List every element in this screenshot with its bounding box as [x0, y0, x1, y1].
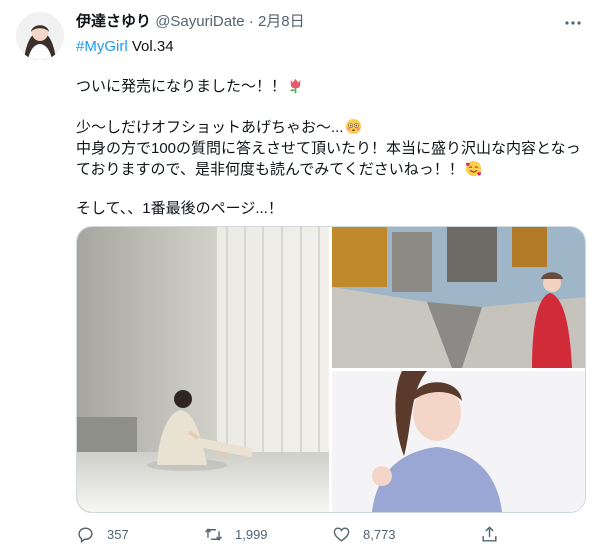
retweet-button[interactable]: 1,999: [204, 522, 268, 546]
text-line: 中身の方で100の質問に答えさせて頂いたり！本当に盛り沢山な内容となっ: [76, 140, 581, 157]
photo-offshot-room[interactable]: [77, 227, 329, 512]
author-handle[interactable]: @SayuriDate: [155, 13, 244, 30]
tweet-text-line-5: そして、、1番最後のページ...！: [76, 198, 586, 219]
tweet-text-line-3: 中身の方で100の質問に答えさせて頂いたり！本当に盛り沢山な内容となっ: [76, 138, 586, 159]
avatar[interactable]: [16, 12, 64, 60]
like-count: 8,773: [363, 526, 396, 542]
tulip-emoji: [287, 77, 304, 94]
share-icon: [482, 525, 497, 542]
tweet: 伊達さゆり @SayuriDate · 2月8日 #MyGirl Vol.34 …: [0, 0, 599, 556]
share-button[interactable]: [480, 522, 511, 546]
separator-dot: ·: [248, 13, 254, 30]
tweet-text-line-2: 少〜しだけオフショットあげちゃお〜...: [76, 117, 586, 138]
action-bar: 357 1,999 8,773: [76, 522, 586, 546]
tweet-date[interactable]: 2月8日: [258, 13, 305, 30]
tweet-text-line-1: ついに発売になりました〜！！: [76, 76, 586, 97]
text-line: ついに発売になりました〜！！: [76, 78, 287, 95]
like-button[interactable]: 8,773: [332, 522, 396, 546]
tweet-header: 伊達さゆり @SayuriDate · 2月8日: [76, 12, 305, 32]
author-name[interactable]: 伊達さゆり: [76, 13, 151, 30]
photo-offshot-street[interactable]: [332, 227, 585, 368]
text-line: ておりますので、是非何度も読んでみてくださいねっ！！: [76, 161, 464, 178]
smiling-face-with-hearts-emoji: [465, 160, 482, 177]
text-line: そして、、1番最後のページ...！: [76, 200, 283, 217]
reply-icon: [78, 526, 93, 543]
flushed-face-emoji: [345, 118, 362, 135]
hashtag-link[interactable]: #MyGirl: [76, 38, 128, 55]
more-options-icon[interactable]: [563, 13, 583, 33]
heart-icon: [333, 526, 350, 542]
retweet-count: 1,999: [235, 526, 268, 542]
retweet-icon: [205, 527, 222, 541]
reply-count: 357: [107, 526, 129, 542]
hashtag-suffix: Vol.34: [131, 38, 174, 55]
text-line: 少〜しだけオフショットあげちゃお〜...: [76, 119, 344, 136]
hashtag-line: #MyGirl Vol.34: [76, 37, 174, 57]
reply-button[interactable]: 357: [76, 522, 129, 546]
tweet-text-line-4: ておりますので、是非何度も読んでみてくださいねっ！！: [76, 159, 586, 180]
media-grid: [76, 226, 586, 513]
photo-offshot-portrait[interactable]: [332, 371, 585, 512]
